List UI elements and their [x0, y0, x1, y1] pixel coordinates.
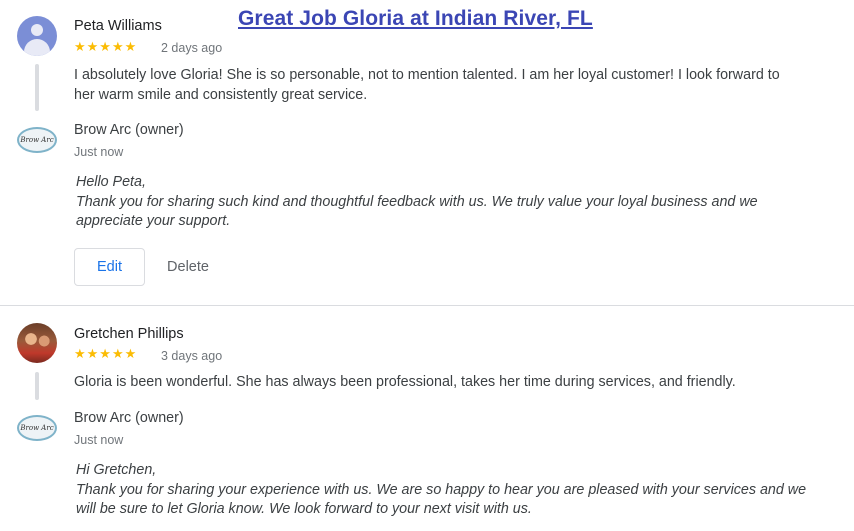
- reply-greeting: Hello Peta,: [76, 174, 146, 190]
- reply-time: Just now: [74, 145, 124, 159]
- owner-reply: Hi Gretchen, Thank you for sharing your …: [76, 461, 828, 520]
- delete-button[interactable]: Delete: [155, 248, 221, 286]
- review-card: Gretchen Phillips ★★★★★ 3 days ago Glori…: [0, 306, 854, 531]
- reviewer-name[interactable]: Peta Williams: [74, 18, 162, 34]
- owner-logo-text: Brow Arc: [20, 135, 54, 144]
- reviewer-avatar[interactable]: [17, 323, 57, 363]
- thread-line: [35, 372, 39, 400]
- edit-button[interactable]: Edit: [74, 248, 145, 286]
- reply-body: Thank you for sharing such kind and thou…: [76, 193, 758, 230]
- reviewer-name[interactable]: Gretchen Phillips: [74, 326, 184, 342]
- review-text: I absolutely love Gloria! She is so pers…: [74, 67, 780, 103]
- reply-body: Thank you for sharing your experience wi…: [76, 481, 807, 518]
- owner-logo: Brow Arc: [17, 415, 57, 441]
- owner-logo: Brow Arc: [17, 127, 57, 153]
- review-card: Peta Williams ★★★★★ 2 days ago I absolut…: [0, 0, 854, 305]
- owner-name: Brow Arc (owner): [74, 410, 184, 426]
- owner-reply: Hello Peta, Thank you for sharing such k…: [76, 173, 828, 232]
- owner-name: Brow Arc (owner): [74, 122, 184, 138]
- star-rating: ★★★★★: [74, 39, 138, 54]
- review-date: 2 days ago: [161, 41, 223, 55]
- reply-time: Just now: [74, 433, 124, 447]
- review-text: Gloria is been wonderful. She has always…: [74, 374, 736, 390]
- review-date: 3 days ago: [161, 349, 223, 363]
- star-rating: ★★★★★: [74, 346, 138, 361]
- reviewer-avatar[interactable]: [17, 16, 57, 56]
- thread-line: [35, 64, 39, 111]
- owner-logo-text: Brow Arc: [20, 423, 54, 432]
- reply-greeting: Hi Gretchen,: [76, 462, 157, 478]
